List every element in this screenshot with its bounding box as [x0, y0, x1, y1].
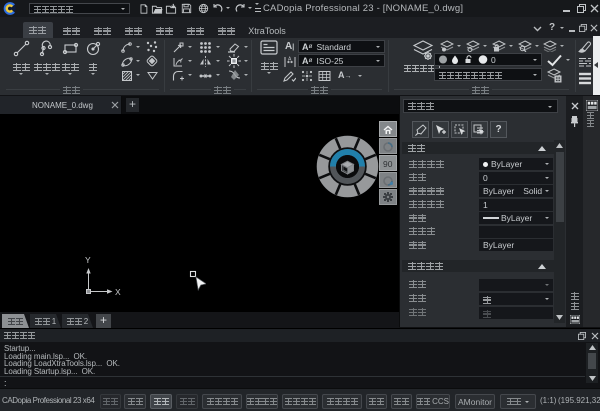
svg-text:Y: Y: [85, 255, 91, 265]
svg-text:0: 0: [491, 55, 496, 65]
svg-text:X: X: [115, 287, 121, 297]
